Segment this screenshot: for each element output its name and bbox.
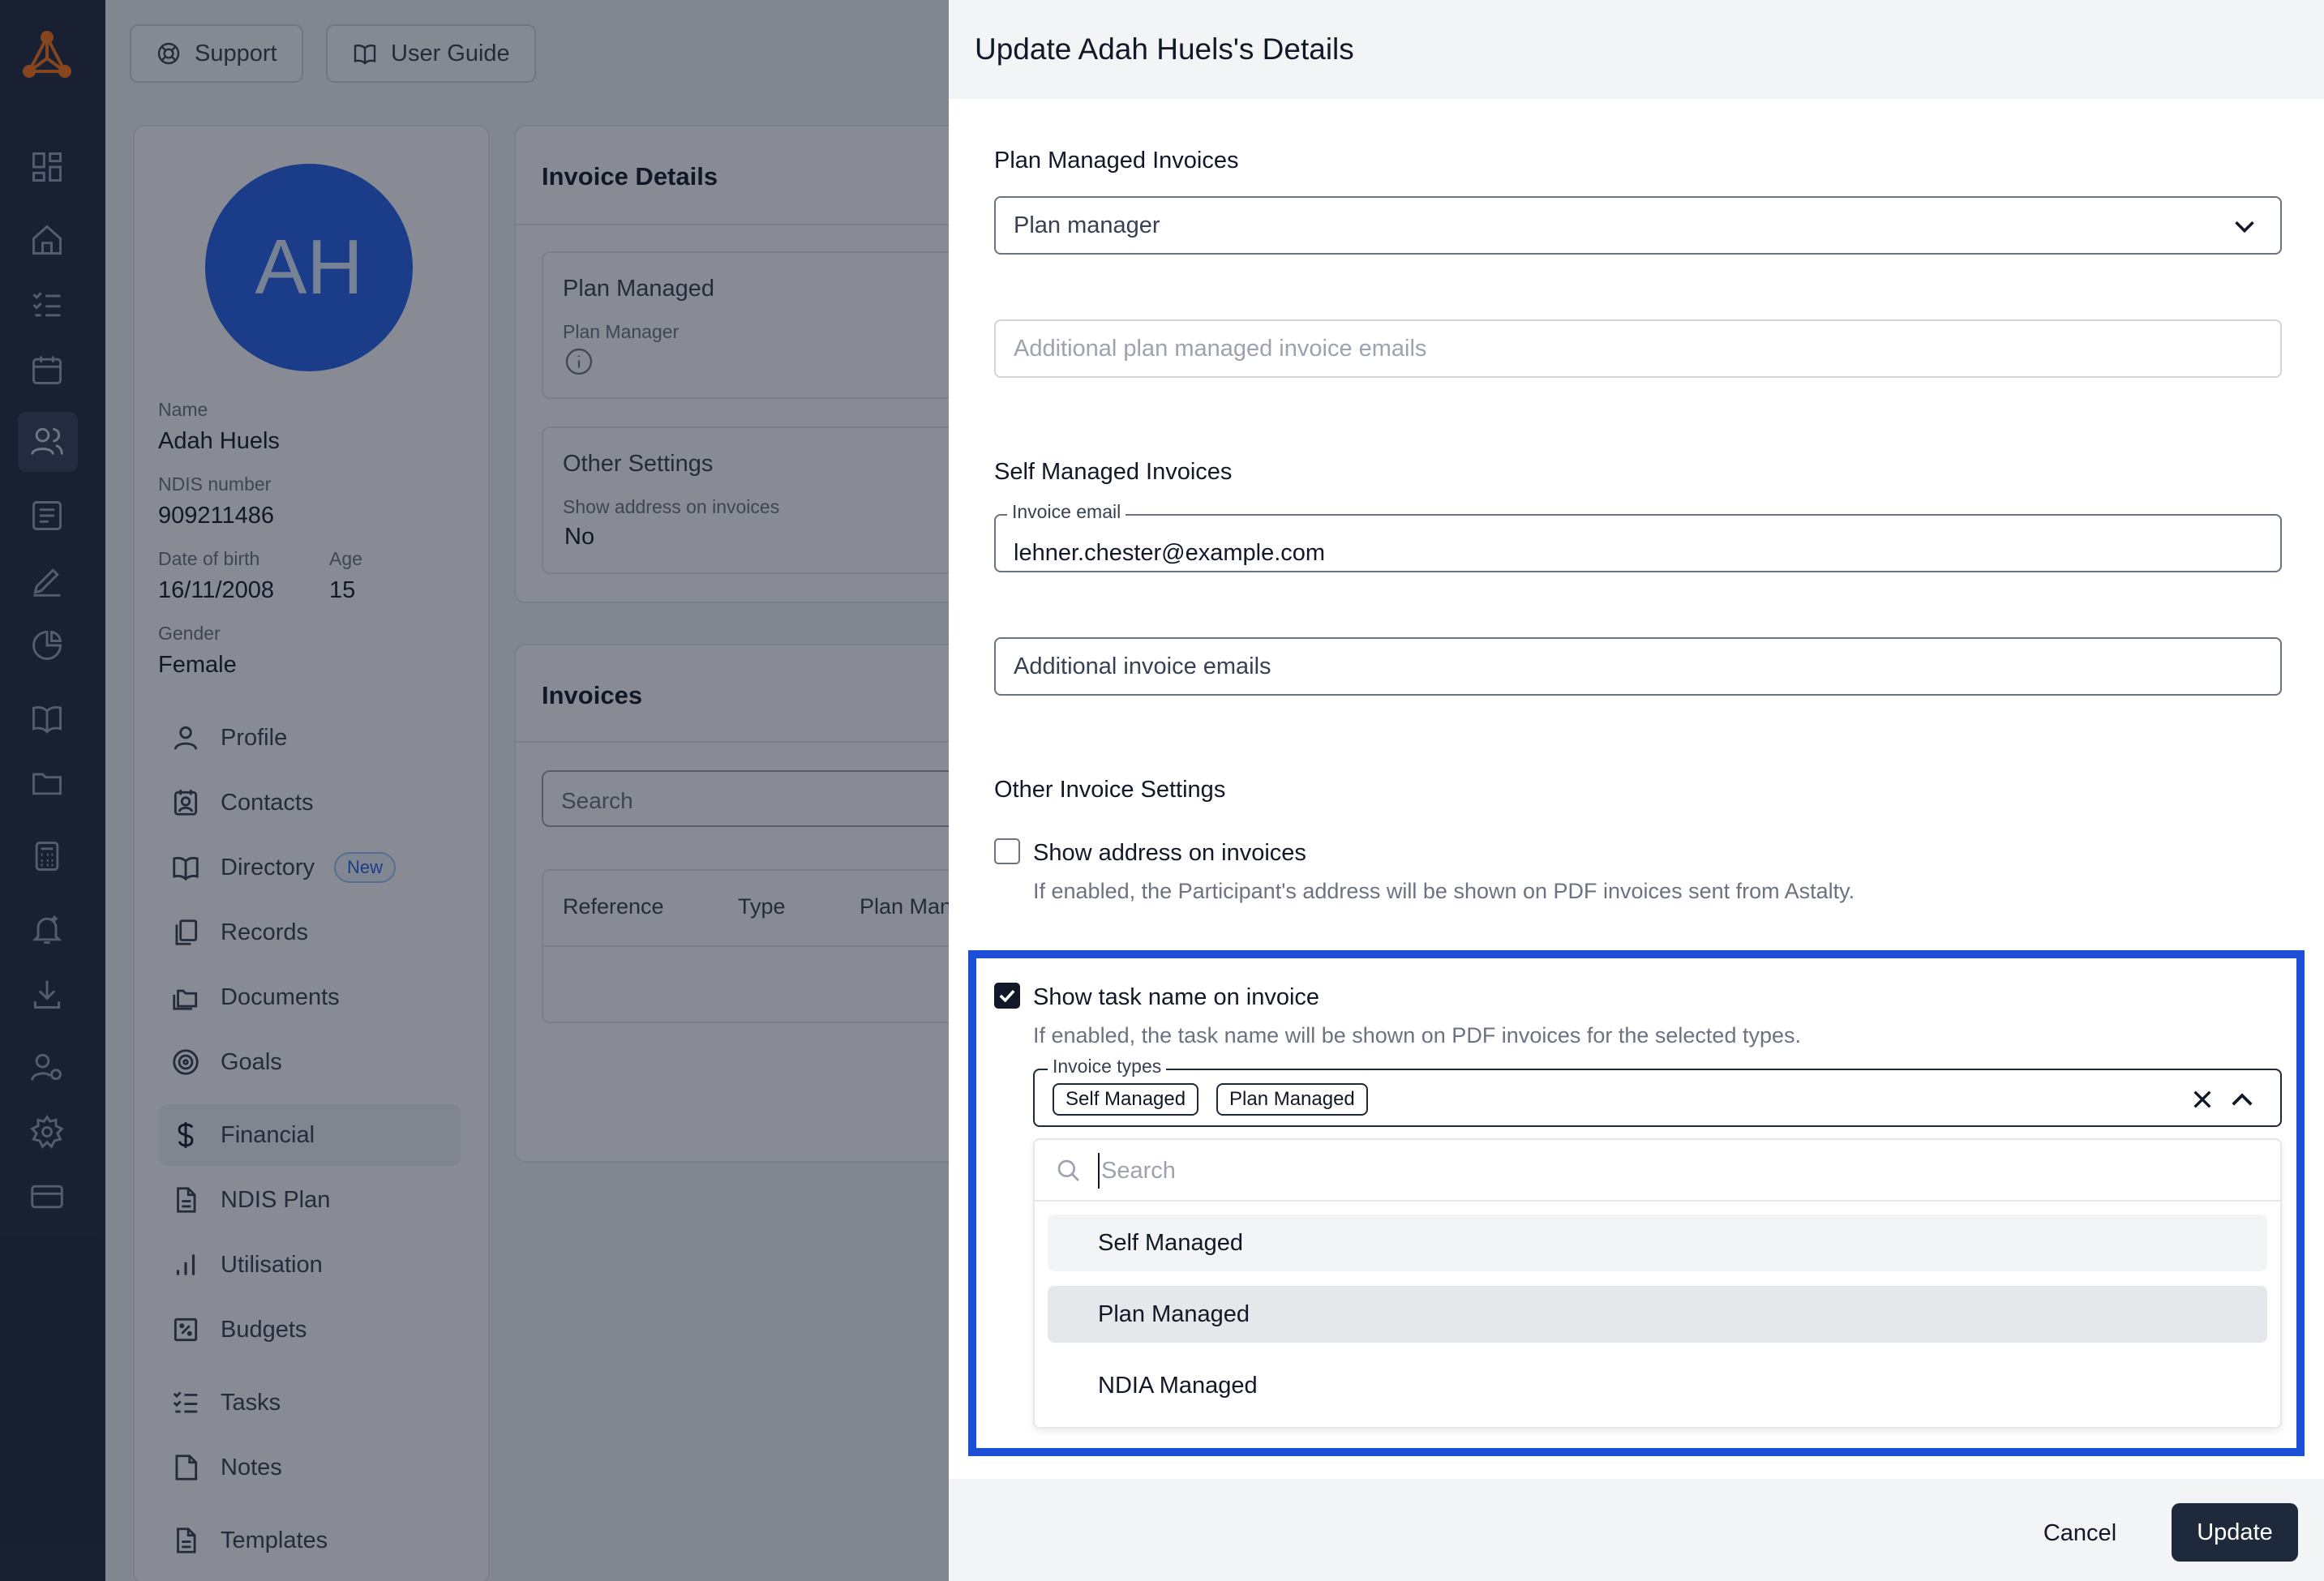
other-settings-section-title: Other Invoice Settings: [994, 777, 1226, 803]
plan-manager-select-value: Plan manager: [1014, 212, 1160, 238]
show-task-name-checkbox[interactable]: [994, 983, 1020, 1009]
drawer-title: Update Adah Huels's Details: [975, 32, 1354, 66]
checkmark-icon: [999, 989, 1015, 1003]
self-managed-section-title: Self Managed Invoices: [994, 459, 1233, 485]
invoice-email-label: Invoice email: [1007, 501, 1126, 523]
additional-plan-emails-input[interactable]: Additional plan managed invoice emails: [994, 319, 2282, 378]
invoice-types-dropdown: Self Managed Plan Managed NDIA Managed: [1033, 1138, 2282, 1429]
update-button[interactable]: Update: [2172, 1503, 2298, 1562]
plan-manager-select[interactable]: Plan manager: [994, 196, 2282, 255]
option-plan-managed[interactable]: Plan Managed: [1048, 1286, 2267, 1343]
chip-plan-managed[interactable]: Plan Managed: [1216, 1083, 1368, 1116]
invoice-types-label: Invoice types: [1048, 1056, 1167, 1078]
modal-backdrop[interactable]: [0, 0, 949, 1581]
invoice-types-multiselect[interactable]: Self Managed Plan Managed: [1033, 1069, 2282, 1127]
show-address-checkbox[interactable]: [994, 838, 1020, 864]
clear-x-icon[interactable]: [2189, 1086, 2215, 1112]
update-details-drawer: Update Adah Huels's Details Plan Managed…: [949, 0, 2324, 1581]
chevron-down-icon: [2235, 221, 2254, 234]
chevron-up-icon[interactable]: [2230, 1088, 2254, 1111]
cancel-button[interactable]: Cancel: [2035, 1505, 2125, 1562]
option-self-managed[interactable]: Self Managed: [1048, 1215, 2267, 1271]
show-address-label[interactable]: Show address on invoices: [1033, 840, 1306, 867]
dropdown-search: [1035, 1140, 2280, 1202]
plan-managed-section-title: Plan Managed Invoices: [994, 148, 1239, 174]
additional-invoice-emails-input[interactable]: Additional invoice emails: [994, 637, 2282, 696]
show-address-help: If enabled, the Participant's address wi…: [1033, 879, 1855, 903]
drawer-header: Update Adah Huels's Details: [949, 0, 2324, 99]
invoice-email-field[interactable]: lehner.chester@example.com: [994, 514, 2282, 572]
additional-plan-emails-placeholder: Additional plan managed invoice emails: [1014, 335, 1427, 362]
drawer-footer: Cancel Update: [949, 1479, 2324, 1581]
search-icon: [1057, 1159, 1079, 1181]
show-task-name-label[interactable]: Show task name on invoice: [1033, 984, 1319, 1011]
dropdown-search-input[interactable]: [1098, 1153, 2233, 1189]
additional-invoice-emails-placeholder: Additional invoice emails: [1014, 653, 1271, 679]
show-task-name-help: If enabled, the task name will be shown …: [1033, 1023, 1802, 1048]
option-ndia-managed[interactable]: NDIA Managed: [1048, 1357, 2267, 1414]
chip-self-managed[interactable]: Self Managed: [1053, 1083, 1199, 1116]
invoice-email-value: lehner.chester@example.com: [1014, 539, 1326, 566]
